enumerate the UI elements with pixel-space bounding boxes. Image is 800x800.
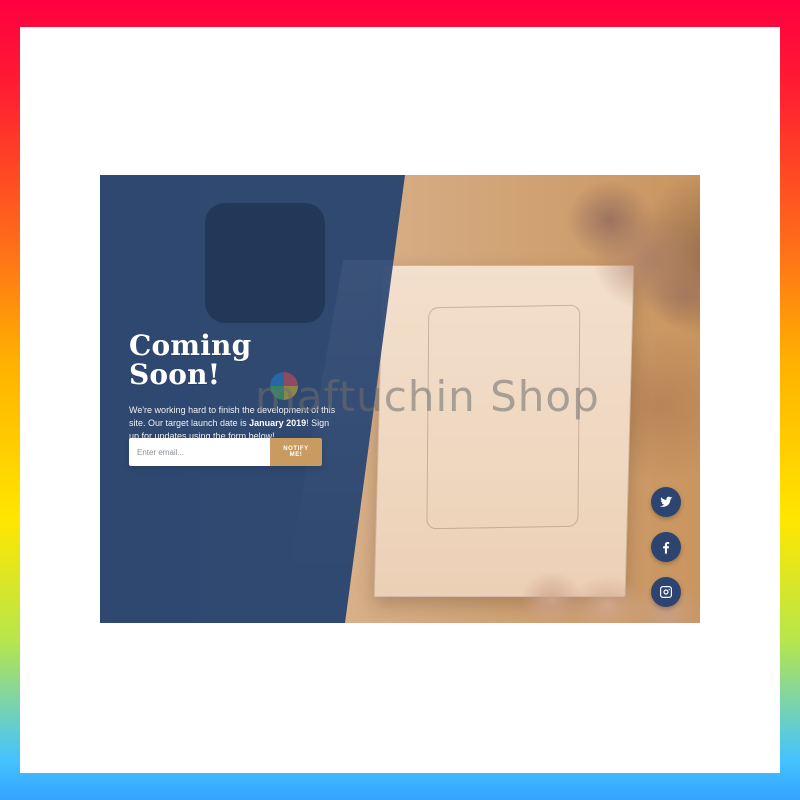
paper-sketch: [426, 304, 581, 530]
twitter-icon: [659, 496, 673, 507]
top-hand: [530, 175, 700, 325]
facebook-icon: [663, 542, 670, 554]
instagram-button[interactable]: [651, 577, 681, 607]
page-title: Coming Soon!: [129, 329, 252, 392]
twitter-button[interactable]: [651, 487, 681, 517]
hero-content: Coming Soon! We're working hard to finis…: [129, 331, 339, 443]
email-input[interactable]: [129, 438, 270, 466]
launch-date: January 2019: [249, 417, 307, 428]
notify-button[interactable]: NOTIFY ME!: [270, 438, 322, 466]
instagram-icon: [660, 586, 672, 598]
watermark-badge-icon: [270, 372, 298, 400]
social-links: [651, 487, 681, 622]
signup-form: NOTIFY ME!: [129, 438, 322, 466]
coming-soon-page: Coming Soon! We're working hard to finis…: [100, 175, 700, 623]
facebook-button[interactable]: [651, 532, 681, 562]
